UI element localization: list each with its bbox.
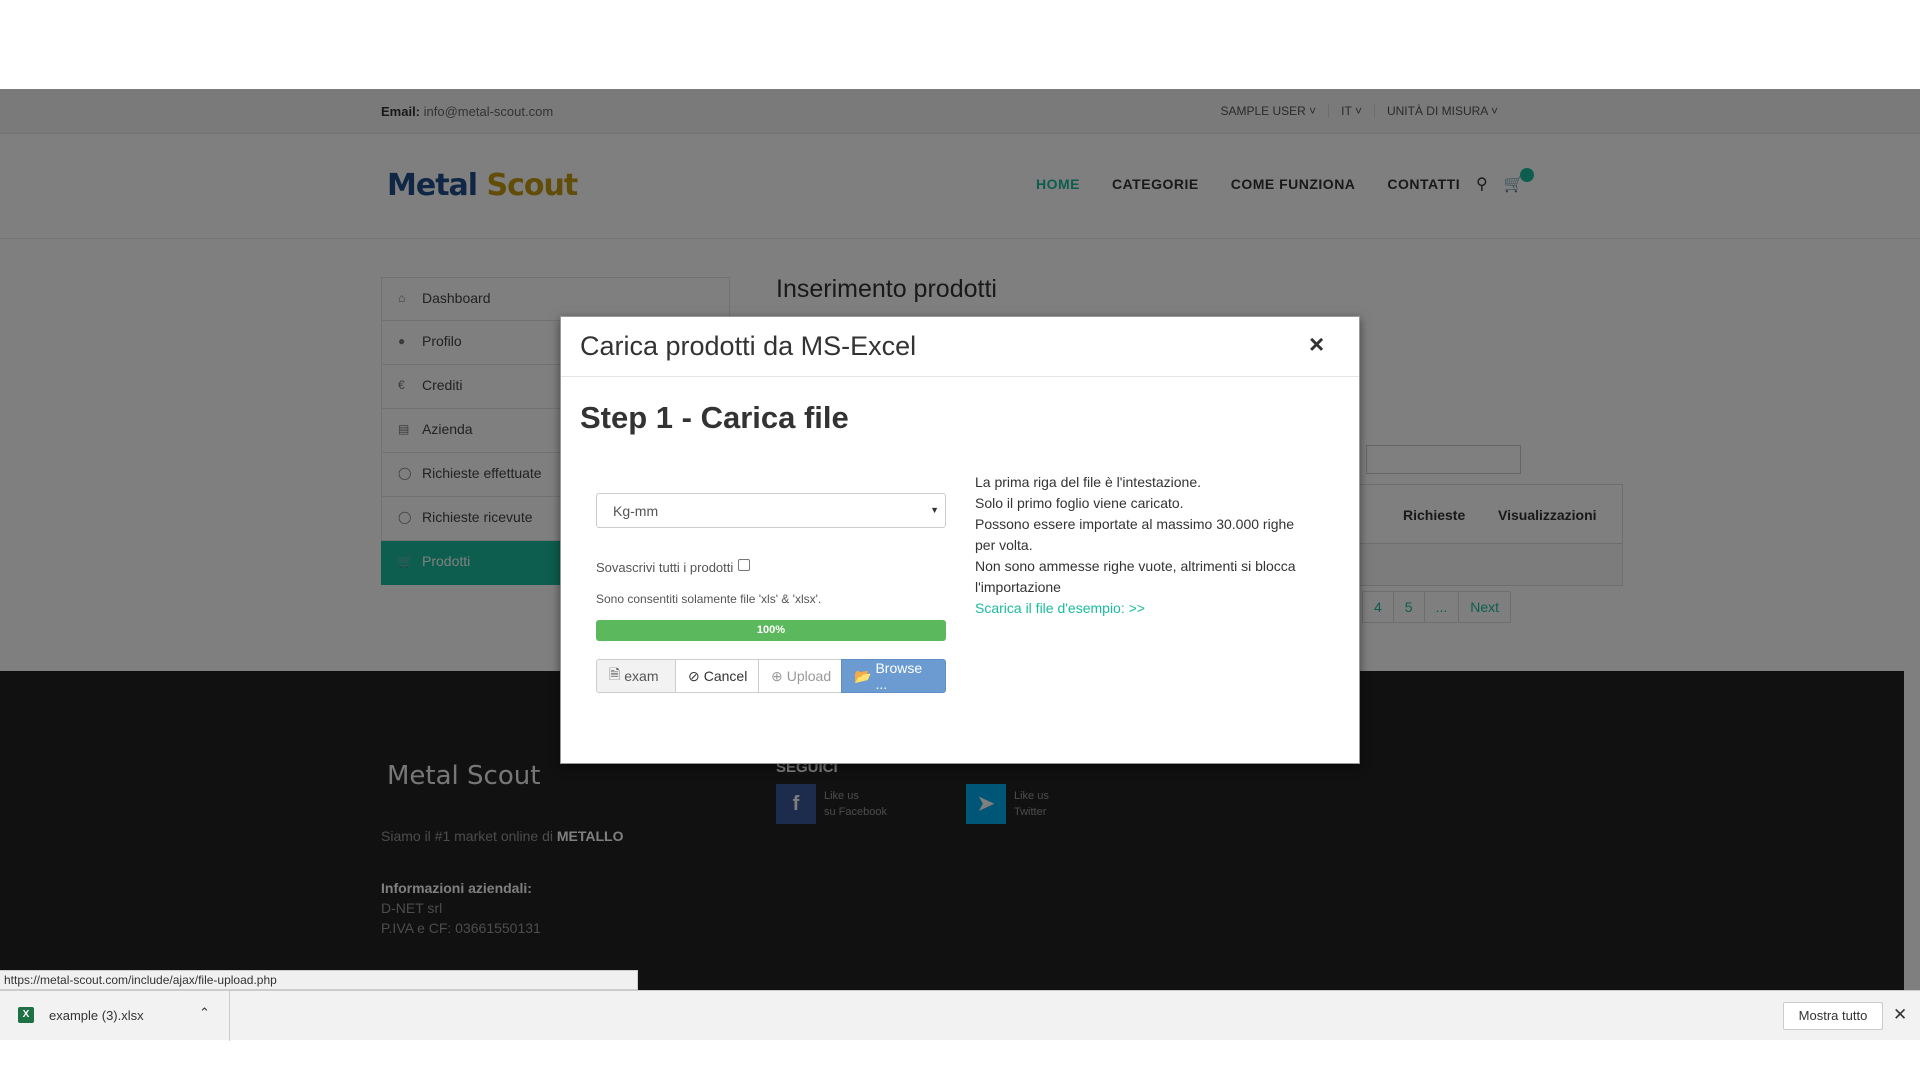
instruction-line: Solo il primo foglio viene caricato. bbox=[975, 495, 1184, 511]
browse-button[interactable]: 📂 Browse ... bbox=[841, 659, 946, 693]
instruction-line: La prima riga del file è l'intestazione. bbox=[975, 474, 1202, 490]
close-button[interactable]: × bbox=[1309, 331, 1324, 357]
instruction-line: Non sono ammesse righe vuote, altrimenti… bbox=[975, 558, 1296, 595]
modal-title: Carica prodotti da MS-Excel bbox=[580, 331, 917, 361]
excel-file-icon: X bbox=[18, 1007, 34, 1023]
unit-select-value: Kg-mm bbox=[613, 503, 659, 519]
file-input-group: 🗎 exam ⊘ Cancel ⊕ Upload 📂 Browse ... bbox=[596, 659, 946, 693]
ban-icon: ⊘ bbox=[688, 667, 700, 684]
upload-progress: 100% bbox=[596, 620, 946, 641]
status-bar-url: https://metal-scout.com/include/ajax/fil… bbox=[0, 970, 638, 990]
download-file-name: example (3).xlsx bbox=[49, 1008, 144, 1023]
excel-upload-modal: Carica prodotti da MS-Excel × Step 1 - C… bbox=[560, 316, 1360, 764]
browse-label: Browse ... bbox=[875, 660, 923, 692]
modal-header: Carica prodotti da MS-Excel × bbox=[561, 317, 1359, 377]
show-all-button[interactable]: Mostra tutto bbox=[1783, 1002, 1883, 1030]
step-title: Step 1 - Carica file bbox=[580, 400, 849, 435]
upload-progress-bar: 100% bbox=[596, 620, 946, 641]
file-icon: 🗎 bbox=[609, 666, 621, 682]
close-icon[interactable]: ✕ bbox=[1893, 1005, 1907, 1025]
upload-icon: ⊕ bbox=[771, 667, 783, 684]
overwrite-option: Sovascrivi tutti i prodotti bbox=[596, 558, 751, 575]
screen: Email: info@metal-scout.com SAMPLE USER … bbox=[0, 0, 1920, 1080]
upload-button[interactable]: ⊕ Upload bbox=[758, 659, 842, 693]
allowed-files-note: Sono consentiti solamente file 'xls' & '… bbox=[596, 592, 822, 606]
selected-file-name: exam bbox=[624, 668, 659, 684]
upload-instructions: La prima riga del file è l'intestazione.… bbox=[975, 472, 1315, 619]
selected-file-field[interactable]: 🗎 exam bbox=[596, 659, 676, 693]
download-bar: X example (3).xlsx ⌃ Mostra tutto ✕ bbox=[0, 990, 1920, 1041]
caret-down-icon: ▼ bbox=[930, 505, 939, 515]
cancel-label: Cancel bbox=[703, 668, 748, 684]
overwrite-checkbox[interactable] bbox=[738, 558, 751, 571]
chevron-up-icon[interactable]: ⌃ bbox=[199, 1005, 210, 1021]
overwrite-label: Sovascrivi tutti i prodotti bbox=[596, 560, 734, 575]
instruction-line: Possono essere importate al massimo 30.0… bbox=[975, 516, 1295, 553]
download-example-link[interactable]: Scarica il file d'esempio: >> bbox=[975, 598, 1315, 619]
cancel-button[interactable]: ⊘ Cancel bbox=[675, 659, 759, 693]
folder-open-icon: 📂 bbox=[854, 667, 872, 684]
unit-select[interactable]: Kg-mm ▼ bbox=[596, 493, 946, 528]
upload-label: Upload bbox=[786, 668, 832, 684]
download-item[interactable]: X example (3).xlsx ⌃ bbox=[0, 991, 230, 1041]
